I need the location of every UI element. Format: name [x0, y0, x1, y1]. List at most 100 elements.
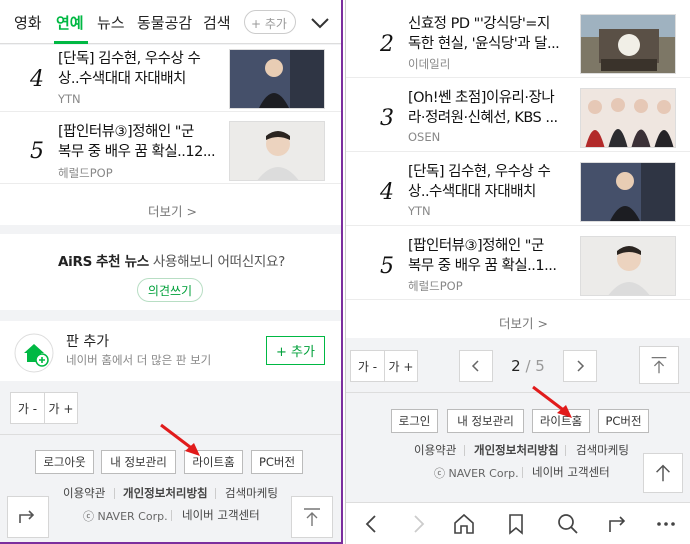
font-increase-button[interactable]: 가 + — [384, 351, 417, 381]
news-title-line: [팝인터뷰③]정해인 "군 — [58, 124, 194, 140]
back-icon[interactable] — [360, 512, 384, 536]
more-link[interactable]: 더보기 > — [148, 201, 197, 220]
customer-center-link[interactable]: 네이버 고객센터 — [532, 464, 610, 480]
airs-recommend-card: AiRS 추천 뉴스 사용해보니 어떠신지요? 의견쓰기 — [0, 234, 341, 310]
news-press: YTN — [408, 204, 431, 218]
divider — [171, 510, 172, 521]
prev-page-button[interactable] — [459, 350, 493, 382]
logout-button[interactable]: 로그아웃 — [35, 450, 94, 474]
share-button[interactable] — [7, 496, 49, 538]
news-item[interactable]: 4 [단독] 김수현, 우수상 수 상..수색대대 자대배치 YTN — [0, 45, 341, 112]
scroll-top-button[interactable] — [643, 453, 683, 493]
news-thumbnail — [229, 49, 325, 109]
chevron-down-icon[interactable] — [309, 12, 331, 34]
next-page-button[interactable] — [563, 350, 597, 382]
news-item[interactable]: 4 [단독] 김수현, 우수상 수 상..수색대대 자대배치 YTN — [346, 156, 690, 226]
tab-news[interactable]: 뉴스 — [97, 12, 125, 33]
news-press: 이데일리 — [408, 57, 451, 71]
news-title-line: 독한 현실, '윤식당'과 달... — [408, 36, 560, 52]
share-icon — [19, 510, 35, 523]
news-title-line: 복무 중 배우 꿈 확실..12... — [58, 144, 216, 160]
divider — [464, 445, 465, 456]
search-marketing-link[interactable]: 검색마케팅 — [225, 485, 278, 501]
news-title-line: [Oh!쎈 초점]이유리·장나 — [408, 90, 555, 106]
news-thumbnail — [580, 88, 676, 148]
page-indicator: 2 / 5 — [493, 357, 563, 375]
font-decrease-button[interactable]: 가 - — [351, 351, 384, 381]
divider — [114, 488, 115, 499]
home-icon[interactable] — [452, 512, 476, 536]
news-title-line: 복무 중 배우 꿈 확실..1... — [408, 258, 557, 274]
write-opinion-button[interactable]: 의견쓰기 — [137, 278, 203, 302]
current-page: 2 — [511, 357, 521, 375]
privacy-link[interactable]: 개인정보처리방침 — [123, 485, 208, 501]
pc-version-button[interactable]: PC버전 — [598, 409, 649, 433]
airs-description: 사용해보니 어떠신지요? — [152, 254, 285, 270]
news-press: 헤럴드POP — [58, 166, 113, 180]
news-press: OSEN — [408, 130, 441, 144]
my-info-button[interactable]: 내 정보관리 — [447, 409, 524, 433]
chevron-left-icon — [471, 360, 479, 372]
divider — [565, 445, 566, 456]
airs-news-label: 추천 뉴스 — [96, 254, 149, 270]
login-button[interactable]: 로그인 — [391, 409, 438, 433]
more-link[interactable]: 더보기 > — [499, 313, 548, 332]
news-item[interactable]: 5 [팝인터뷰③]정해인 "군 복무 중 배우 꿈 확실..1... 헤럴드PO… — [346, 230, 690, 300]
news-title: [팝인터뷰③]정해인 "군 복무 중 배우 꿈 확실..1... — [408, 236, 557, 276]
right-screenshot-panel: 2 신효정 PD "'강식당'=지 독한 현실, '윤식당'과 달... 이데일… — [345, 0, 690, 544]
active-tab-indicator — [54, 41, 88, 44]
home-add-icon — [14, 333, 54, 373]
add-pan-button[interactable]: + 추가 — [266, 336, 325, 365]
font-increase-button[interactable]: 가 + — [44, 393, 77, 423]
person-photo-icon — [581, 237, 675, 295]
share-icon[interactable] — [606, 512, 630, 536]
arrow-up-icon — [651, 357, 667, 374]
font-size-control: 가 - 가 + — [350, 350, 418, 382]
red-arrow-annotation — [160, 423, 200, 456]
search-marketing-link[interactable]: 검색마케팅 — [576, 442, 629, 458]
rank-number: 4 — [30, 67, 44, 92]
forward-icon[interactable] — [406, 512, 430, 536]
news-thumbnail — [580, 14, 676, 74]
font-decrease-button[interactable]: 가 - — [11, 393, 44, 423]
customer-center-link[interactable]: 네이버 고객센터 — [182, 507, 260, 523]
red-arrow-annotation — [532, 385, 572, 418]
scroll-top-button[interactable] — [639, 346, 679, 384]
news-item[interactable]: 2 신효정 PD "'강식당'=지 독한 현실, '윤식당'과 달... 이데일… — [346, 8, 690, 78]
news-title-line: 상..수색대대 자대배치 — [408, 184, 536, 200]
arrow-up-icon — [656, 464, 670, 482]
bookmark-icon[interactable] — [504, 512, 528, 536]
person-photo-icon — [581, 163, 675, 221]
terms-link[interactable]: 이용약관 — [414, 442, 456, 458]
news-title: [Oh!쎈 초점]이유리·장나 라·정려원·신혜선, KBS ... — [408, 88, 558, 128]
terms-link[interactable]: 이용약관 — [63, 485, 105, 501]
privacy-link[interactable]: 개인정보처리방침 — [474, 442, 559, 458]
ranking-news-card: 2 신효정 PD "'강식당'=지 독한 현실, '윤식당'과 달... 이데일… — [346, 0, 690, 338]
browser-toolbar — [346, 502, 690, 544]
more-options-icon[interactable] — [654, 512, 678, 536]
tab-animal[interactable]: 동물공감 — [137, 12, 192, 33]
tab-entertainment[interactable]: 연예 — [56, 12, 84, 33]
divider — [522, 467, 523, 478]
airs-title: AiRS 추천 뉴스 사용해보니 어떠신지요? — [58, 250, 285, 270]
news-title-line: 신효정 PD "'강식당'=지 — [408, 16, 550, 32]
tab-movie[interactable]: 영화 — [14, 12, 42, 33]
news-title-line: [단독] 김수현, 우수상 수 — [408, 164, 551, 180]
news-item[interactable]: 3 [Oh!쎈 초점]이유리·장나 라·정려원·신혜선, KBS ... OSE… — [346, 82, 690, 152]
tab-search[interactable]: 검색 — [203, 12, 231, 33]
divider — [215, 488, 216, 499]
add-tab-button[interactable]: + 추가 — [244, 10, 296, 34]
pan-description: 네이버 홈에서 더 많은 판 보기 — [66, 353, 212, 367]
pc-version-button[interactable]: PC버전 — [251, 450, 303, 474]
scroll-top-button[interactable] — [291, 496, 333, 538]
news-item[interactable]: 5 [팝인터뷰③]정해인 "군 복무 중 배우 꿈 확실..12... 헤럴드P… — [0, 117, 341, 184]
copyright: ⓒ NAVER Corp. — [83, 510, 168, 523]
category-tab-bar: 영화 연예 뉴스 동물공감 검색 + 추가 — [0, 0, 341, 44]
search-icon[interactable] — [556, 512, 580, 536]
total-pages: 5 — [535, 357, 545, 375]
rank-number: 3 — [380, 106, 394, 131]
news-press: 헤럴드POP — [408, 279, 463, 293]
news-title-line: 상..수색대대 자대배치 — [58, 71, 186, 87]
left-screenshot-panel: 영화 연예 뉴스 동물공감 검색 + 추가 4 [단독] 김수현, 우수상 수 … — [0, 0, 343, 544]
arrow-up-icon — [304, 508, 320, 526]
